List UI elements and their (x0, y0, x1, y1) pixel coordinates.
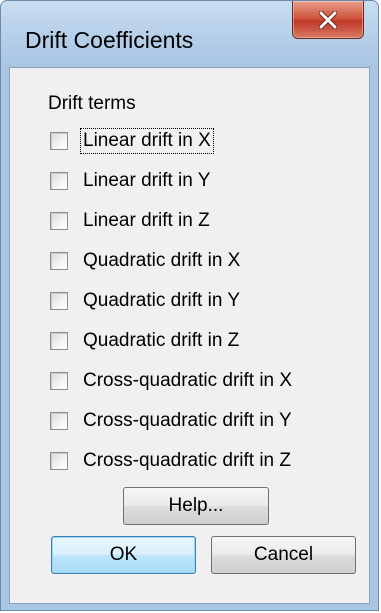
dialog-window: Drift Coefficients Drift terms Linear dr… (0, 0, 379, 611)
window-title: Drift Coefficients (25, 27, 194, 53)
checkbox-cross-quadratic-drift-y[interactable]: Cross-quadratic drift in Y (50, 406, 294, 436)
checkbox-cross-quadratic-drift-z[interactable]: Cross-quadratic drift in Z (50, 446, 293, 476)
checkbox-box[interactable] (50, 252, 68, 270)
checkbox-box[interactable] (50, 372, 68, 390)
checkbox-box[interactable] (50, 212, 68, 230)
checkbox-label: Linear drift in X (80, 128, 214, 154)
checkbox-label: Cross-quadratic drift in X (83, 370, 293, 391)
checkbox-linear-drift-x[interactable]: Linear drift in X (50, 126, 214, 156)
checkbox-label: Quadratic drift in Z (83, 330, 240, 351)
checkbox-quadratic-drift-z[interactable]: Quadratic drift in Z (50, 326, 241, 356)
checkbox-box[interactable] (50, 292, 68, 310)
ok-button[interactable]: OK (51, 536, 196, 574)
checkbox-box[interactable] (50, 332, 68, 350)
checkbox-linear-drift-z[interactable]: Linear drift in Z (50, 206, 212, 236)
title-bar[interactable]: Drift Coefficients (1, 1, 378, 67)
checkbox-label: Cross-quadratic drift in Z (83, 450, 292, 471)
checkbox-box[interactable] (50, 132, 68, 150)
checkbox-box[interactable] (50, 412, 68, 430)
checkbox-label: Cross-quadratic drift in Y (83, 410, 292, 431)
cancel-button[interactable]: Cancel (211, 536, 356, 574)
checkbox-box[interactable] (50, 172, 68, 190)
checkbox-label: Quadratic drift in Y (83, 290, 241, 311)
close-button[interactable] (292, 1, 364, 39)
close-icon (293, 1, 363, 38)
checkbox-box[interactable] (50, 452, 68, 470)
checkbox-cross-quadratic-drift-x[interactable]: Cross-quadratic drift in X (50, 366, 294, 396)
checkbox-linear-drift-y[interactable]: Linear drift in Y (50, 166, 212, 196)
checkbox-quadratic-drift-y[interactable]: Quadratic drift in Y (50, 286, 242, 316)
checkbox-label: Linear drift in Z (83, 210, 210, 231)
help-button[interactable]: Help... (123, 487, 269, 525)
checkbox-quadratic-drift-x[interactable]: Quadratic drift in X (50, 246, 242, 276)
checkbox-label: Linear drift in Y (83, 170, 211, 191)
dialog-client-area: Drift terms Linear drift in X Linear dri… (9, 67, 370, 604)
drift-terms-label: Drift terms (48, 93, 136, 114)
checkbox-label: Quadratic drift in X (83, 250, 241, 271)
